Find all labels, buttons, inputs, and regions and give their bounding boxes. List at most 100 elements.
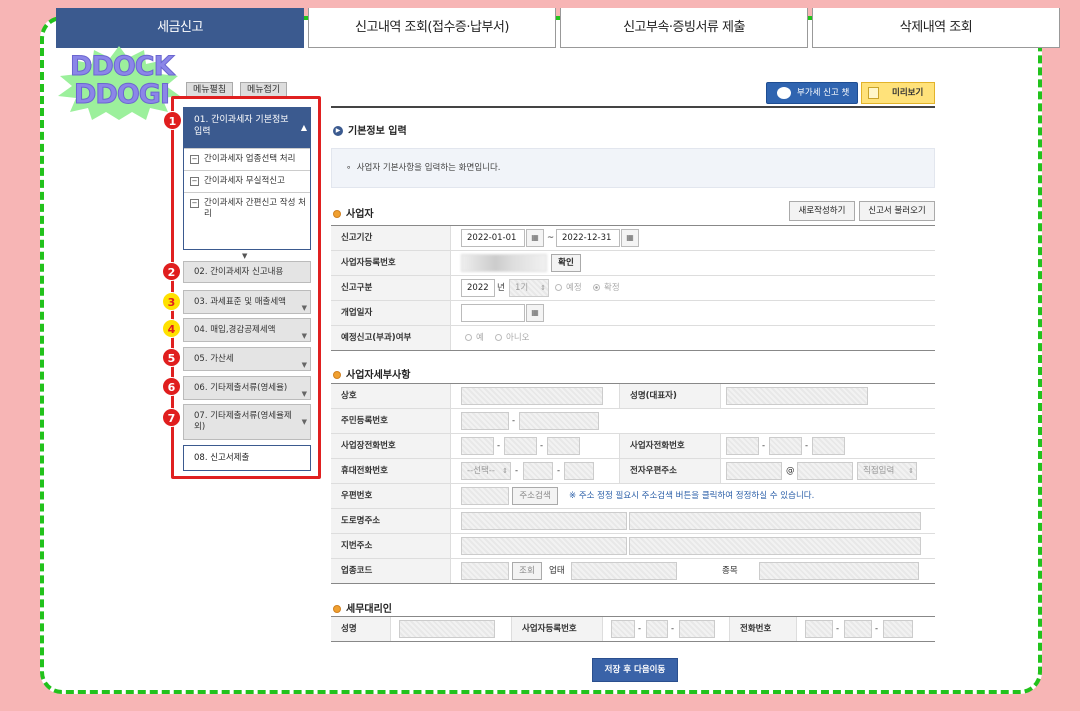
step-badge-1: 1 bbox=[163, 111, 182, 130]
lookup-button[interactable]: 조회 bbox=[512, 562, 542, 580]
address-search-button[interactable]: 주소검색 bbox=[512, 487, 558, 505]
biz-type-input[interactable] bbox=[571, 562, 677, 580]
orange-dot-icon bbox=[333, 605, 341, 613]
step-badge-6: 6 bbox=[162, 377, 181, 396]
lot-address-1[interactable] bbox=[461, 537, 627, 555]
preview-button[interactable]: 미리보기 bbox=[861, 82, 935, 104]
sidebar-item-label: 04. 매입,경감공제세액 bbox=[194, 325, 276, 335]
vat-chatbot-button[interactable]: 부가세 신고 챗봇 bbox=[766, 82, 858, 118]
sidebar-item-label: 05. 가산세 bbox=[194, 354, 234, 364]
row-road-address: 도로명주소 bbox=[331, 509, 935, 534]
preview-label: 미리보기 bbox=[892, 88, 924, 98]
year-input[interactable]: 2022 bbox=[461, 279, 495, 297]
mobile-2[interactable] bbox=[523, 462, 553, 480]
sidebar-item-penalty[interactable]: 05. 가산세 ▼ bbox=[183, 347, 311, 371]
zip-input[interactable] bbox=[461, 487, 509, 505]
calendar-icon[interactable]: ▦ bbox=[526, 304, 544, 322]
chevron-down-icon: ▼ bbox=[301, 418, 307, 426]
industry-code-input[interactable] bbox=[461, 562, 509, 580]
tab-attachment-submit[interactable]: 신고부속·증빙서류 제출 bbox=[560, 8, 808, 48]
confirm-button[interactable]: 확인 bbox=[551, 254, 581, 272]
sidebar-item-label: 08. 신고서제출 bbox=[194, 453, 250, 463]
road-address-2[interactable] bbox=[629, 512, 921, 530]
radio-fixed[interactable]: 확정 bbox=[593, 279, 620, 297]
save-and-next-button[interactable]: 저장 후 다음이동 bbox=[592, 658, 678, 682]
trade-label: 상호 bbox=[331, 384, 451, 408]
dash: - bbox=[497, 441, 501, 451]
submenu-no-record[interactable]: − 간이과세자 무실적신고 bbox=[184, 170, 310, 192]
agent-tel-1[interactable] bbox=[805, 620, 833, 638]
agent-tel-3[interactable] bbox=[883, 620, 913, 638]
rrn-front-input[interactable] bbox=[461, 412, 509, 430]
term-value: 1기 bbox=[515, 283, 529, 293]
submenu-label: 간이과세자 업종선택 처리 bbox=[204, 154, 296, 164]
sidebar-item-report-content[interactable]: 02. 간이과세자 신고내용 bbox=[183, 261, 311, 283]
sidebar-item-purchase-deduction[interactable]: 04. 매입,경감공제세액 ▼ bbox=[183, 318, 311, 342]
chatbot-label: 부가세 신고 챗봇 bbox=[797, 88, 850, 118]
sidebar-menu: 01. 간이과세자 기본정보 입력 ▲ − 간이과세자 업종선택 처리 − 간이과세… bbox=[162, 96, 321, 479]
biz-tel-1[interactable] bbox=[726, 437, 759, 455]
email-domain-input[interactable] bbox=[797, 462, 853, 480]
agent-regno-3[interactable] bbox=[679, 620, 715, 638]
shop-tel-1[interactable] bbox=[461, 437, 494, 455]
email-domain-select[interactable]: 직접입력 ⇕ bbox=[857, 462, 917, 480]
row-agent: 성명 사업자등록번호 - - 전화번호 - - bbox=[331, 617, 935, 642]
shop-tel-2[interactable] bbox=[504, 437, 537, 455]
top-tabs: 세금신고 신고내역 조회(접수증·납부서) 신고부속·증빙서류 제출 삭제내역 … bbox=[56, 8, 1064, 48]
ddockddogi-logo: DDOCK DDOGI bbox=[56, 44, 182, 120]
load-report-button[interactable]: 신고서 불러오기 bbox=[859, 201, 935, 221]
radio-pre-label: 예정 bbox=[566, 283, 582, 293]
tab-tax-report[interactable]: 세금신고 bbox=[56, 8, 304, 48]
dash: - bbox=[515, 466, 519, 476]
minus-icon: − bbox=[190, 155, 199, 164]
mobile-3[interactable] bbox=[564, 462, 594, 480]
shop-tel-label: 사업장전화번호 bbox=[331, 434, 451, 458]
row-business-regno: 사업자등록번호 확인 bbox=[331, 251, 935, 276]
email-id-input[interactable] bbox=[726, 462, 782, 480]
radio-yes[interactable]: 예 bbox=[465, 329, 484, 347]
term-select[interactable]: 1기 ⇕ bbox=[509, 279, 549, 297]
agent-regno-1[interactable] bbox=[611, 620, 635, 638]
road-address-1[interactable] bbox=[461, 512, 627, 530]
agent-tel-2[interactable] bbox=[844, 620, 872, 638]
sidebar-item-other-docs[interactable]: 07. 기타제출서류(영세율제외) ▼ bbox=[183, 404, 311, 440]
trade-input[interactable] bbox=[461, 387, 603, 405]
agent-regno-2[interactable] bbox=[646, 620, 668, 638]
new-write-button[interactable]: 새로작성하기 bbox=[789, 201, 855, 221]
calendar-icon[interactable]: ▦ bbox=[526, 229, 544, 247]
row-report-period: 신고기간 2022-01-01 ▦ ~ 2022-12-31 ▦ bbox=[331, 226, 935, 251]
sidebar-item-tax-base[interactable]: 03. 과세표준 및 매출세액 ▼ bbox=[183, 290, 311, 314]
orange-dot-icon bbox=[333, 371, 341, 379]
biz-tel-3[interactable] bbox=[812, 437, 845, 455]
shop-tel-3[interactable] bbox=[547, 437, 580, 455]
period-start-input[interactable]: 2022-01-01 bbox=[461, 229, 525, 247]
lot-address-2[interactable] bbox=[629, 537, 921, 555]
agent-name-input[interactable] bbox=[399, 620, 495, 638]
rrn-back-input[interactable] bbox=[519, 412, 599, 430]
tab-report-history[interactable]: 신고내역 조회(접수증·납부서) bbox=[308, 8, 556, 48]
calendar-icon[interactable]: ▦ bbox=[621, 229, 639, 247]
mobile-prefix-select[interactable]: --선택-- ⇕ bbox=[461, 462, 511, 480]
sidebar-item-submit[interactable]: 08. 신고서제출 bbox=[183, 445, 311, 471]
biz-tel-2[interactable] bbox=[769, 437, 802, 455]
submenu-industry-select[interactable]: − 간이과세자 업종선택 처리 bbox=[184, 148, 310, 170]
ceo-input[interactable] bbox=[726, 387, 868, 405]
item-input[interactable] bbox=[759, 562, 919, 580]
sidebar-item-basic-info-header[interactable]: 01. 간이과세자 기본정보 입력 ▲ bbox=[184, 108, 310, 148]
minus-icon: − bbox=[190, 177, 199, 186]
orange-dot-icon bbox=[333, 210, 341, 218]
step-badge-4: 4 bbox=[162, 319, 181, 338]
dash: - bbox=[762, 441, 766, 451]
radio-no[interactable]: 아니오 bbox=[495, 329, 529, 347]
tilde-text: ~ bbox=[547, 233, 555, 243]
sidebar-item-zero-rate-docs[interactable]: 06. 기타제출서류(영세율) ▼ bbox=[183, 376, 311, 400]
ceo-label: 성명(대표자) bbox=[619, 384, 721, 408]
regno-input-blurred[interactable] bbox=[461, 254, 547, 272]
tab-deleted-history[interactable]: 삭제내역 조회 bbox=[812, 8, 1060, 48]
rrn-label: 주민등록번호 bbox=[331, 409, 451, 433]
radio-icon bbox=[555, 284, 562, 291]
open-date-input[interactable] bbox=[461, 304, 525, 322]
period-end-input[interactable]: 2022-12-31 bbox=[556, 229, 620, 247]
submenu-simple-report[interactable]: − 간이과세자 간편신고 작성 처리 bbox=[184, 192, 310, 225]
radio-pre[interactable]: 예정 bbox=[555, 279, 582, 297]
